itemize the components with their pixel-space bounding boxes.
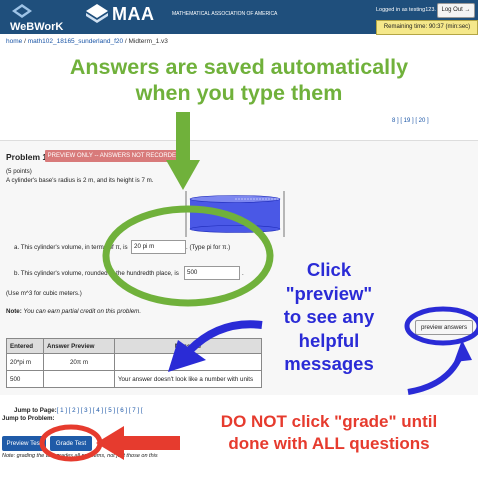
part-b-answer-input[interactable]: 500 xyxy=(184,266,240,280)
preview-only-banner: PREVIEW ONLY -- ANSWERS NOT RECORDED xyxy=(45,150,183,162)
table-cell: 20π m xyxy=(43,353,115,371)
table-header-row: Entered Answer Preview Message xyxy=(6,338,262,354)
grade-test-button[interactable]: Grade Test xyxy=(50,436,92,451)
jump-to-page: Jump to Page:[ 1 ] [ 2 ] [ 3 ] [ 4 ] [ 5… xyxy=(14,407,143,414)
top-header: WeBWorK MAA MATHEMATICAL ASSOCIATION OF … xyxy=(0,0,478,35)
maa-subtitle: MATHEMATICAL ASSOCIATION OF AMERICA xyxy=(172,11,278,17)
table-row: 500 Your answer doesn't look like a numb… xyxy=(6,370,262,388)
page-links-top[interactable]: 8 ] [ 19 ] [ 20 ] xyxy=(392,118,429,124)
preview-answers-button[interactable]: preview answers xyxy=(415,320,473,335)
part-a-hint: . (Type pi for π.) xyxy=(186,244,231,251)
breadcrumb-set: Midterm_1.v3 xyxy=(128,38,168,45)
table-cell: 500 xyxy=(6,370,44,388)
units-note: (Use m^3 for cubic meters.) xyxy=(6,290,82,297)
webwork-logo[interactable]: WeBWorK xyxy=(4,3,63,33)
jump-page-links[interactable]: [ 1 ] [ 2 ] [ 3 ] [ 4 ] [ 5 ] [ 6 ] [ 7 … xyxy=(57,407,143,414)
preview-annotation: Click "preview" to see any helpful messa… xyxy=(283,259,375,374)
part-a-answer-input[interactable]: 20 pi m xyxy=(131,240,186,254)
webwork-logo-text: WeBWorK xyxy=(10,21,64,33)
problem-title: Problem 1. xyxy=(6,152,50,162)
preview-test-button[interactable]: Preview Test xyxy=(2,436,46,451)
table-cell: 20*pi m xyxy=(6,353,44,371)
grading-note: Note: grading the test grades all proble… xyxy=(2,453,158,459)
breadcrumb: home / math102_18165_sunderland_f20 / Mi… xyxy=(6,38,168,45)
part-b-end: . xyxy=(242,270,244,277)
remaining-time: Remaining time: 90:37 (min:sec) xyxy=(376,20,478,35)
table-header: Entered xyxy=(6,338,44,354)
table-header: Answer Preview xyxy=(43,338,115,354)
breadcrumb-course[interactable]: math102_18165_sunderland_f20 xyxy=(28,38,123,45)
logout-button[interactable]: Log Out → xyxy=(437,3,475,18)
grade-warning-annotation: DO NOT click "grade" until done with ALL… xyxy=(220,412,438,453)
logout-label: Log Out xyxy=(441,7,463,13)
maa-logo-icon xyxy=(86,4,108,23)
results-table: Entered Answer Preview Message 20*pi m 2… xyxy=(6,338,262,388)
cylinder-figure xyxy=(185,191,285,237)
logout-icon: → xyxy=(464,7,471,13)
login-status: Logged in as testing123. xyxy=(376,7,436,13)
table-cell xyxy=(114,353,262,371)
problem-text: A cylinder's base's radius is 2 m, and i… xyxy=(6,177,154,184)
problem-points: (5 points) xyxy=(6,168,32,175)
table-row: 20*pi m 20π m xyxy=(6,353,262,371)
red-arrow-shaft xyxy=(118,436,180,450)
autosave-annotation: Answers are saved automatically when you… xyxy=(69,55,409,105)
table-cell xyxy=(43,370,115,388)
breadcrumb-home[interactable]: home xyxy=(6,38,22,45)
maa-title: MAA xyxy=(112,4,155,24)
jump-to-problem: Jump to Problem: xyxy=(2,415,55,422)
partial-credit-note: Note: You can earn partial credit on thi… xyxy=(6,308,142,315)
part-a-label: a. This cylinder's volume, in terms of π… xyxy=(14,244,128,251)
table-header: Message xyxy=(114,338,262,354)
table-cell: Your answer doesn't look like a number w… xyxy=(114,370,262,388)
part-b-label: b. This cylinder's volume, rounded to th… xyxy=(14,270,179,277)
